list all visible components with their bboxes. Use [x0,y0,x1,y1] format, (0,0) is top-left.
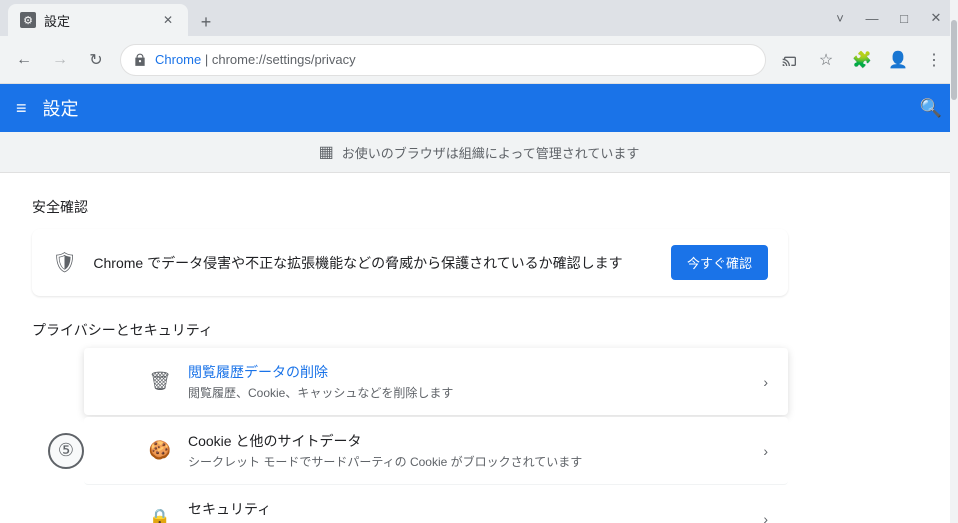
cookie-name: Cookie と他のサイトデータ [188,431,747,451]
browsing-history-name: 閲覧履歴データの削除 [188,362,747,382]
security-icon: 🔒 [148,508,172,523]
security-text: セキュリティ セーフ ブラウジング（危険なサイトからの保護機能）などのセキュリテ… [188,499,747,523]
app-title: 設定 [43,95,79,121]
address-bar: ← → ↻ Chrome | chrome://settings/privacy… [0,36,958,84]
menu-icon[interactable]: ⋮ [918,44,950,76]
chevron-right-icon-3: › [763,511,768,523]
scrollbar[interactable] [950,0,958,523]
url-bar[interactable]: Chrome | chrome://settings/privacy [120,44,766,76]
tab-favicon: ⚙ [20,12,36,28]
maximize-button[interactable]: □ [890,4,918,32]
window-close-button[interactable]: ✕ [922,4,950,32]
extensions-icon[interactable]: 🧩 [846,44,878,76]
new-tab-button[interactable]: + [192,8,220,36]
chevron-right-icon: › [763,374,768,390]
managed-notice: ▦ お使いのブラウザは組織によって管理されています [0,132,958,173]
active-tab[interactable]: ⚙ 設定 ✕ [8,4,188,36]
managed-text: お使いのブラウザは組織によって管理されています [342,143,640,162]
search-icon[interactable]: 🔍 [920,98,942,119]
url-site: Chrome | chrome://settings/privacy [155,52,356,67]
scrollbar-thumb[interactable] [951,20,957,100]
shield-icon: 🛡 [52,250,77,275]
cookie-desc: シークレット モードでサードパーティの Cookie がブロックされています [188,453,747,470]
privacy-items-container: ⑤ 🗑 閲覧履歴データの削除 閲覧履歴、Cookie、キャッシュなどを削除します… [32,348,788,523]
safety-card: 🛡 Chrome でデータ侵害や不正な拡張機能などの脅威から保護されているか確認… [32,229,788,296]
browsing-history-desc: 閲覧履歴、Cookie、キャッシュなどを削除します [188,384,747,401]
security-name: セキュリティ [188,499,747,519]
cookie-item[interactable]: 🍪 Cookie と他のサイトデータ シークレット モードでサードパーティの C… [84,417,788,485]
profile-icon[interactable]: 👤 [882,44,914,76]
chevron-down-icon[interactable]: ˅ [826,4,854,32]
tab-close-button[interactable]: ✕ [160,12,176,28]
content-area: ▦ お使いのブラウザは組織によって管理されています 安全確認 🛡 Chrome … [0,132,958,523]
main-content: ▦ お使いのブラウザは組織によって管理されています 安全確認 🛡 Chrome … [0,132,958,523]
safety-section-title: 安全確認 [32,197,788,217]
browsing-history-text: 閲覧履歴データの削除 閲覧履歴、Cookie、キャッシュなどを削除します [188,362,747,401]
managed-icon: ▦ [319,142,334,162]
minimize-button[interactable]: — [858,4,886,32]
back-button[interactable]: ← [8,44,40,76]
app-header: ≡ 設定 🔍 [0,84,958,132]
cast-icon[interactable] [774,44,806,76]
safety-card-text: Chrome でデータ侵害や不正な拡張機能などの脅威から保護されているか確認しま… [93,253,655,273]
chevron-right-icon-2: › [763,443,768,459]
settings-body: 安全確認 🛡 Chrome でデータ侵害や不正な拡張機能などの脅威から保護されて… [0,173,820,523]
privacy-section-title: プライバシーとセキュリティ [32,320,788,340]
title-bar: ⚙ 設定 ✕ + ˅ — □ ✕ [0,0,958,36]
reload-button[interactable]: ↻ [80,44,112,76]
hamburger-icon[interactable]: ≡ [16,98,27,119]
delete-icon: 🗑 [148,371,172,392]
cookie-icon: 🍪 [148,440,172,461]
step-5-badge: ⑤ [48,433,84,469]
forward-button[interactable]: → [44,44,76,76]
lock-icon [133,53,147,67]
security-item[interactable]: 🔒 セキュリティ セーフ ブラウジング（危険なサイトからの保護機能）などのセキュ… [84,485,788,523]
cookie-text: Cookie と他のサイトデータ シークレット モードでサードパーティの Coo… [188,431,747,470]
browsing-history-item[interactable]: 🗑 閲覧履歴データの削除 閲覧履歴、Cookie、キャッシュなどを削除します › [84,348,788,415]
tab-title: 設定 [44,11,152,30]
window-controls: ˅ — □ ✕ [826,4,950,32]
bookmark-icon[interactable]: ☆ [810,44,842,76]
tab-strip: ⚙ 設定 ✕ + [8,0,220,36]
address-bar-actions: ☆ 🧩 👤 ⋮ [774,44,950,76]
safety-check-button[interactable]: 今すぐ確認 [671,245,768,280]
